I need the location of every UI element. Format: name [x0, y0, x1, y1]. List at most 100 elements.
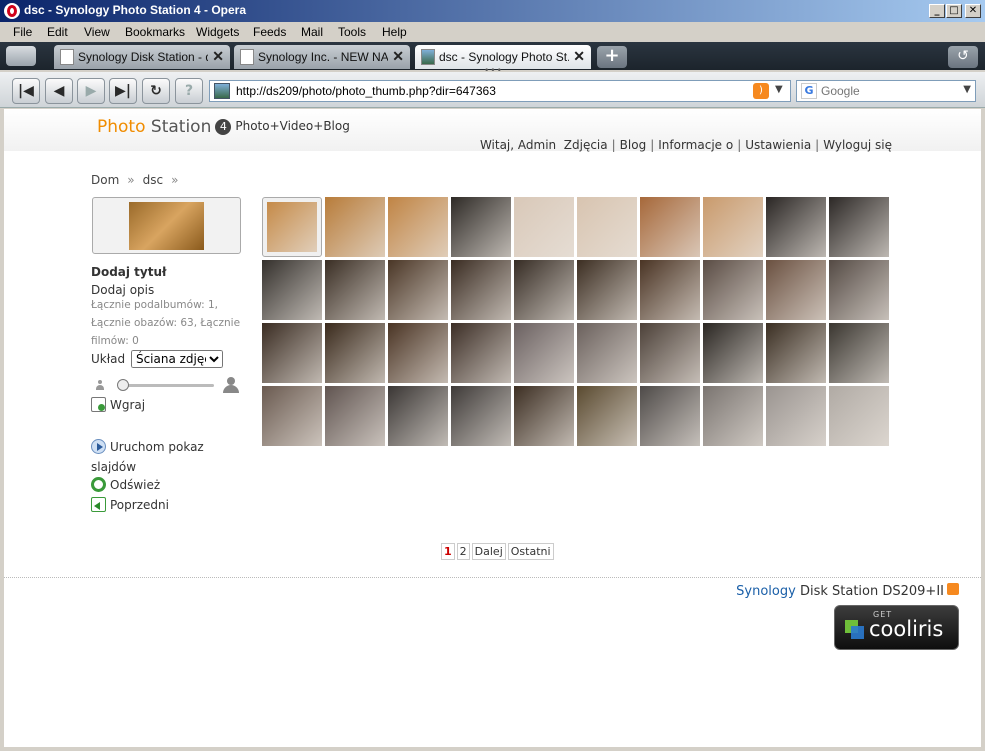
chevron-down-icon[interactable]: ▼ — [963, 84, 971, 95]
photo-station-logo[interactable]: Photo Station 4 Photo+Video+Blog — [97, 117, 350, 137]
close-tab-icon[interactable]: ✕ — [392, 48, 404, 65]
reload-icon[interactable]: ↻ — [142, 78, 170, 104]
menu-feeds[interactable]: Feeds — [253, 22, 286, 39]
photo-thumbnail[interactable] — [388, 386, 448, 446]
close-tab-icon[interactable]: ✕ — [573, 48, 585, 65]
previous-link[interactable]: Poprzedni — [91, 497, 169, 512]
synology-link[interactable]: Synology — [736, 584, 796, 599]
menu-file[interactable]: File — [13, 22, 32, 39]
photo-thumbnail[interactable] — [388, 197, 448, 257]
address-bar[interactable]: http://ds209/photo/photo_thumb.php?dir=6… — [209, 80, 791, 102]
photo-thumbnail[interactable] — [451, 197, 511, 257]
photo-thumbnail[interactable] — [388, 260, 448, 320]
photo-thumbnail[interactable] — [703, 386, 763, 446]
photo-thumbnail[interactable] — [703, 260, 763, 320]
breadcrumb-dsc[interactable]: dsc — [143, 173, 163, 187]
fast-forward-icon[interactable]: ▶| — [109, 78, 137, 104]
photo-thumbnail[interactable] — [262, 260, 322, 320]
menu-tools[interactable]: Tools — [338, 22, 366, 39]
refresh-link[interactable]: Odśwież — [91, 477, 160, 492]
photo-thumbnail[interactable] — [325, 386, 385, 446]
photo-thumbnail[interactable] — [829, 197, 889, 257]
thumbnail-size-slider[interactable] — [91, 377, 243, 393]
search-input[interactable] — [821, 83, 957, 99]
layout-select[interactable]: Ściana zdjęć — [130, 350, 223, 368]
rss-feed-icon[interactable]: ) — [753, 83, 769, 99]
photo-thumbnail[interactable] — [640, 260, 700, 320]
photo-thumbnail[interactable] — [577, 323, 637, 383]
photo-thumbnail[interactable] — [262, 197, 322, 257]
minimize-button[interactable]: _ — [929, 4, 945, 18]
photo-thumbnail[interactable] — [703, 323, 763, 383]
slider-handle[interactable] — [117, 379, 129, 391]
menu-view[interactable]: View — [84, 22, 110, 39]
closed-tabs-icon[interactable]: ↺ — [948, 46, 978, 68]
photo-thumbnail[interactable] — [577, 386, 637, 446]
photo-thumbnail[interactable] — [451, 386, 511, 446]
photo-thumbnail[interactable] — [829, 323, 889, 383]
photo-thumbnail[interactable] — [766, 323, 826, 383]
search-box[interactable]: G ▼ — [796, 80, 976, 102]
nav-about-link[interactable]: Informacje o — [658, 138, 733, 152]
album-description[interactable]: Dodaj opis — [91, 283, 154, 297]
maximize-button[interactable]: □ — [946, 4, 962, 18]
photo-thumbnail[interactable] — [640, 386, 700, 446]
menu-bookmarks[interactable]: Bookmarks — [125, 22, 185, 39]
menu-help[interactable]: Help — [382, 22, 407, 39]
rss-icon[interactable] — [947, 583, 959, 595]
photo-thumbnail[interactable] — [829, 260, 889, 320]
album-title[interactable]: Dodaj tytuł — [91, 265, 166, 279]
photo-thumbnail[interactable] — [325, 197, 385, 257]
menu-edit[interactable]: Edit — [47, 22, 68, 39]
photo-thumbnail[interactable] — [325, 260, 385, 320]
upload-link[interactable]: Wgraj — [91, 397, 145, 412]
close-tab-icon[interactable]: ✕ — [212, 48, 224, 65]
new-tab-button[interactable]: + — [597, 46, 627, 68]
photo-thumbnail[interactable] — [262, 386, 322, 446]
get-cooliris-button[interactable]: GET cooliris — [834, 605, 959, 650]
photo-thumbnail[interactable] — [766, 386, 826, 446]
tab-synology-disk-station[interactable]: Synology Disk Station - d... ✕ — [54, 45, 230, 69]
chevron-down-icon[interactable]: ▼ — [775, 84, 783, 95]
back-icon[interactable]: ◀ — [45, 78, 73, 104]
menu-mail[interactable]: Mail — [301, 22, 323, 39]
photo-thumbnail[interactable] — [766, 260, 826, 320]
photo-thumbnail[interactable] — [514, 323, 574, 383]
slider-track[interactable] — [119, 384, 214, 387]
photo-thumbnail[interactable] — [514, 386, 574, 446]
slideshow-link[interactable]: Uruchom pokaz slajdów — [91, 437, 211, 477]
breadcrumb-home[interactable]: Dom — [91, 173, 119, 187]
nav-blog-link[interactable]: Blog — [620, 138, 647, 152]
google-icon[interactable]: G — [801, 83, 817, 99]
photo-thumbnail[interactable] — [577, 260, 637, 320]
photo-thumbnail[interactable] — [325, 323, 385, 383]
photo-thumbnail[interactable] — [451, 260, 511, 320]
photo-thumbnail[interactable] — [577, 197, 637, 257]
nav-settings-link[interactable]: Ustawienia — [745, 138, 811, 152]
photo-thumbnail[interactable] — [262, 323, 322, 383]
photo-thumbnail[interactable] — [514, 197, 574, 257]
page-link[interactable]: 2 — [456, 543, 470, 560]
nav-photos-link[interactable]: Zdjęcia — [564, 138, 608, 152]
photo-thumbnail[interactable] — [388, 323, 448, 383]
tab-synology-inc[interactable]: Synology Inc. - NEW NA... ✕ — [234, 45, 410, 69]
photo-thumbnail[interactable] — [703, 197, 763, 257]
close-window-button[interactable]: ✕ — [965, 4, 981, 18]
site-info-icon[interactable]: ? — [175, 78, 203, 104]
album-cover[interactable] — [92, 197, 241, 254]
photo-thumbnail[interactable] — [829, 386, 889, 446]
panel-toggle-button[interactable] — [6, 46, 36, 66]
tab-photo-station[interactable]: dsc - Synology Photo St... ✕ — [415, 45, 591, 69]
last-page-link[interactable]: Ostatni — [507, 543, 554, 560]
forward-icon[interactable]: ▶ — [77, 78, 105, 104]
rewind-icon[interactable]: |◀ — [12, 78, 40, 104]
nav-logout-link[interactable]: Wyloguj się — [823, 138, 892, 152]
photo-thumbnail[interactable] — [640, 197, 700, 257]
photo-thumbnail[interactable] — [766, 197, 826, 257]
photo-thumbnail[interactable] — [451, 323, 511, 383]
photo-thumbnail[interactable] — [514, 260, 574, 320]
next-page-link[interactable]: Dalej — [471, 543, 506, 560]
menu-widgets[interactable]: Widgets — [196, 22, 239, 39]
photo-thumbnail[interactable] — [640, 323, 700, 383]
address-url[interactable]: http://ds209/photo/photo_thumb.php?dir=6… — [236, 84, 496, 98]
